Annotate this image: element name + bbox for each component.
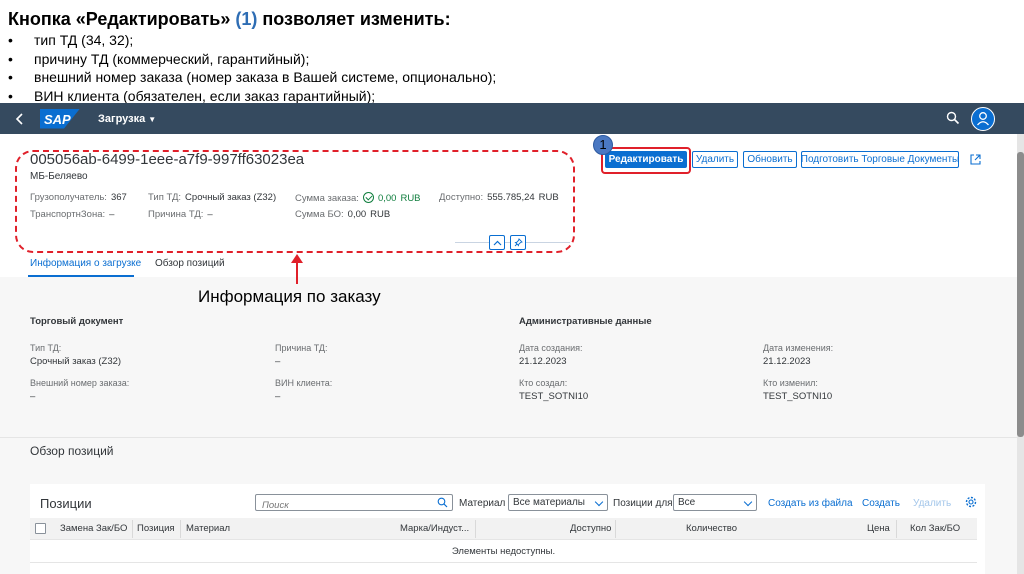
delete-button[interactable]: Удалить <box>692 151 738 168</box>
created-date-value: 21.12.2023 <box>519 356 567 367</box>
caret-down-icon: ▼ <box>148 114 157 124</box>
delete-position-link[interactable]: Удалить <box>913 498 951 509</box>
search-icon[interactable] <box>437 497 448 508</box>
reason-label: Причина ТД: <box>275 343 328 353</box>
order-info-highlight <box>15 150 575 253</box>
app-title-menu[interactable]: Загрузка ▼ <box>98 113 156 125</box>
search-icon[interactable] <box>946 111 960 125</box>
slide-heading: Кнопка «Редактировать» (1) позволяет изм… <box>0 0 1024 105</box>
column-header[interactable]: Количество <box>686 523 737 534</box>
column-separator <box>615 520 616 538</box>
ext-order-label: Внешний номер заказа: <box>30 378 130 388</box>
positions-table-title: Позиции <box>40 496 92 511</box>
column-header[interactable]: Кол Зак/БО <box>910 523 960 534</box>
changer-label: Кто изменил: <box>763 378 818 388</box>
material-filter-label: Материал <box>459 498 506 509</box>
share-icon[interactable] <box>970 154 981 165</box>
bullet-item: причину ТД (коммерческий, гарантийный); <box>8 50 1024 69</box>
search-input[interactable] <box>256 498 431 513</box>
created-date-label: Дата создания: <box>519 343 583 353</box>
sap-logo[interactable]: SAP <box>40 108 80 129</box>
chevron-down-icon <box>743 497 753 507</box>
column-separator <box>132 520 133 538</box>
slide-bullets: тип ТД (34, 32); причину ТД (коммерчески… <box>8 31 1024 105</box>
positions-for-select[interactable]: Все <box>673 494 757 511</box>
column-separator <box>180 520 181 538</box>
trade-doc-section-title: Торговый документ <box>30 316 124 327</box>
tab-load-info[interactable]: Информация о загрузке <box>30 258 141 269</box>
changed-date-label: Дата изменения: <box>763 343 834 353</box>
vin-value: – <box>275 391 281 402</box>
vin-label: ВИН клиента: <box>275 378 333 388</box>
scrollbar-thumb[interactable] <box>1017 152 1024 437</box>
annotation-badge: 1 <box>593 135 613 155</box>
create-from-file-link[interactable]: Создать из файла <box>768 498 853 509</box>
changer-value: TEST_SOTNI10 <box>763 391 833 402</box>
column-separator <box>475 520 476 538</box>
vertical-scrollbar[interactable] <box>1017 134 1024 574</box>
back-chevron-icon[interactable] <box>0 103 40 134</box>
chevron-down-icon <box>594 497 604 507</box>
positions-for-label: Позиции для <box>613 498 673 509</box>
select-all-checkbox[interactable] <box>35 523 46 534</box>
creator-label: Кто создал: <box>519 378 568 388</box>
bullet-item: тип ТД (34, 32); <box>8 31 1024 50</box>
ext-order-value: – <box>30 391 36 402</box>
bullet-item: внешний номер заказа (номер заказа в Ваш… <box>8 68 1024 87</box>
empty-table-message: Элементы недоступны. <box>30 540 977 563</box>
column-header[interactable]: Позиция <box>137 523 175 534</box>
section-divider <box>0 437 1017 438</box>
annotation-arrow-line <box>296 262 298 284</box>
prepare-trade-docs-button[interactable]: Подготовить Торговые Документы <box>801 151 959 168</box>
column-header[interactable]: Доступно <box>570 523 611 534</box>
tab-positions-overview[interactable]: Обзор позиций <box>155 258 225 269</box>
table-header: Замена Зак/БО Позиция Материал Марка/Инд… <box>30 518 977 540</box>
create-position-link[interactable]: Создать <box>862 498 900 509</box>
positions-search[interactable] <box>255 494 453 513</box>
user-icon <box>977 112 989 126</box>
material-select[interactable]: Все материалы <box>508 494 608 511</box>
column-separator <box>896 520 897 538</box>
annotation-note: Информация по заказу <box>198 287 381 306</box>
shell-bar: SAP Загрузка ▼ <box>0 103 1024 134</box>
user-avatar[interactable] <box>971 107 995 131</box>
tab-bar: Информация о загрузке Обзор позиций <box>0 254 1017 277</box>
slide-title: Кнопка «Редактировать» (1) позволяет изм… <box>8 9 451 29</box>
edit-button-highlight <box>601 147 691 174</box>
changed-date-value: 21.12.2023 <box>763 356 811 367</box>
content-area: Информация по заказу Торговый документ Т… <box>0 277 1017 574</box>
column-header[interactable]: Марка/Индуст... <box>400 523 469 534</box>
column-header[interactable]: Цена <box>867 523 890 534</box>
positions-table: Позиции Материал Все материалы Позиции д… <box>30 484 985 574</box>
gear-icon[interactable] <box>965 496 977 508</box>
column-header[interactable]: Материал <box>186 523 230 534</box>
doc-type-value: Срочный заказ (Z32) <box>30 356 122 367</box>
positions-overview-title: Обзор позиций <box>30 444 114 458</box>
admin-section-title: Административные данные <box>519 316 652 327</box>
creator-value: TEST_SOTNI10 <box>519 391 589 402</box>
doc-type-label: Тип ТД: <box>30 343 62 353</box>
reason-value: – <box>275 356 281 367</box>
column-header[interactable]: Замена Зак/БО <box>60 523 127 534</box>
refresh-button[interactable]: Обновить <box>743 151 797 168</box>
